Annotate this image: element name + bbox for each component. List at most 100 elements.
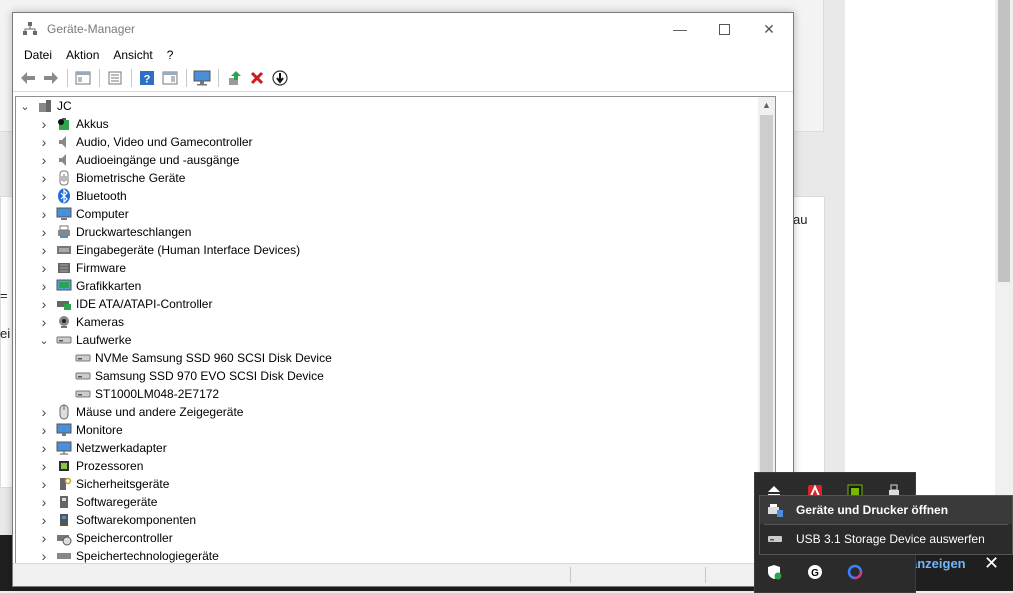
forward-icon[interactable] — [40, 67, 62, 89]
chevron-down-icon[interactable]: ⌄ — [19, 100, 31, 113]
uninstall-icon[interactable] — [246, 67, 268, 89]
computer-icon — [37, 98, 53, 114]
tree-category-ide[interactable]: › IDE ATA/ATAPI-Controller — [38, 295, 213, 313]
background-scroll-thumb[interactable] — [998, 0, 1010, 282]
close-icon[interactable]: ✕ — [984, 553, 999, 574]
tree-item-label: Speichercontroller — [76, 531, 173, 545]
toolbar-separator — [67, 69, 68, 87]
menu-help[interactable]: ? — [160, 48, 181, 62]
tree-device[interactable]: Samsung SSD 970 EVO SCSI Disk Device — [57, 367, 324, 385]
chevron-right-icon[interactable]: › — [38, 476, 50, 492]
status-separator — [705, 567, 706, 583]
menu-item-eject-usb[interactable]: USB 3.1 Storage Device auswerfen — [760, 525, 1012, 553]
menu-ansicht[interactable]: Ansicht — [106, 48, 159, 62]
chevron-right-icon[interactable]: › — [38, 224, 50, 240]
monitor-icon — [56, 422, 72, 438]
tree-category-security[interactable]: › Sicherheitsgeräte — [38, 475, 170, 493]
chevron-right-icon[interactable]: › — [38, 530, 50, 546]
chevron-right-icon[interactable]: › — [38, 116, 50, 132]
tree-category-storage-tech[interactable]: › Speichertechnologiegeräte — [38, 547, 219, 563]
tree-category-bluetooth[interactable]: › Bluetooth — [38, 187, 127, 205]
tree-device[interactable]: NVMe Samsung SSD 960 SCSI Disk Device — [57, 349, 332, 367]
properties-icon[interactable] — [72, 67, 94, 89]
hid-icon — [56, 242, 72, 258]
menu-item-label: Geräte und Drucker öffnen — [796, 503, 949, 517]
app-icon[interactable] — [846, 563, 864, 581]
view-icon[interactable] — [159, 67, 181, 89]
background-text-fragment: au — [793, 212, 808, 227]
tree-category-camera[interactable]: › Kameras — [38, 313, 124, 331]
mouse-icon — [56, 404, 72, 420]
tree-category-computer[interactable]: › Computer — [38, 205, 129, 223]
chevron-right-icon[interactable]: › — [38, 404, 50, 420]
chevron-right-icon[interactable]: › — [38, 494, 50, 510]
storage-tech-icon — [56, 548, 72, 563]
chevron-right-icon[interactable]: › — [38, 260, 50, 276]
chevron-down-icon[interactable]: ⌄ — [38, 334, 50, 347]
logitech-icon[interactable]: G — [806, 563, 824, 581]
tray-context-menu: Geräte und Drucker öffnen USB 3.1 Storag… — [759, 495, 1013, 555]
chevron-right-icon[interactable]: › — [38, 206, 50, 222]
disable-icon[interactable] — [269, 67, 291, 89]
taskbar-show-link[interactable]: anzeigen — [910, 556, 966, 571]
chevron-right-icon[interactable]: › — [38, 512, 50, 528]
chevron-right-icon[interactable]: › — [38, 188, 50, 204]
scroll-up-icon[interactable]: ▲ — [758, 97, 775, 114]
tree-category-network[interactable]: › Netzwerkadapter — [38, 439, 167, 457]
chevron-right-icon[interactable]: › — [38, 314, 50, 330]
menu-aktion[interactable]: Aktion — [59, 48, 106, 62]
minimize-icon[interactable]: — — [657, 13, 703, 45]
chevron-right-icon[interactable]: › — [38, 152, 50, 168]
monitor-icon[interactable] — [191, 67, 213, 89]
title-bar[interactable]: Geräte-Manager — ✕ — [13, 13, 793, 45]
tree-item-label: Softwarekomponenten — [76, 513, 197, 527]
tree-category-monitor[interactable]: › Monitore — [38, 421, 123, 439]
chevron-right-icon[interactable]: › — [38, 440, 50, 456]
tree-category-drive[interactable]: ⌄ Laufwerke — [38, 331, 131, 349]
list-icon[interactable] — [104, 67, 126, 89]
chevron-right-icon[interactable]: › — [38, 278, 50, 294]
security-shield-icon[interactable] — [765, 563, 783, 581]
close-icon[interactable]: ✕ — [746, 13, 792, 45]
chevron-right-icon[interactable]: › — [38, 170, 50, 186]
help-icon[interactable]: ? — [136, 67, 158, 89]
tree-category-software-component[interactable]: › Softwarekomponenten — [38, 511, 196, 529]
chevron-right-icon[interactable]: › — [38, 296, 50, 312]
update-driver-icon[interactable] — [223, 67, 245, 89]
chevron-right-icon[interactable]: › — [38, 458, 50, 474]
fingerprint-icon — [56, 170, 72, 186]
tree-category-storage-controller[interactable]: › Speichercontroller — [38, 529, 173, 547]
window-title: Geräte-Manager — [47, 22, 136, 36]
chevron-right-icon[interactable]: › — [38, 242, 50, 258]
tree-category-software-device[interactable]: › Softwaregeräte — [38, 493, 158, 511]
tree-root[interactable]: ⌄ JC — [19, 97, 71, 115]
tree-item-label: Grafikkarten — [76, 279, 142, 293]
tree-item-label: Eingabegeräte (Human Interface Devices) — [76, 243, 301, 257]
tree-category-cpu[interactable]: › Prozessoren — [38, 457, 144, 475]
tree-category-fingerprint[interactable]: › Biometrische Geräte — [38, 169, 186, 187]
menu-bar: Datei Aktion Ansicht ? — [13, 45, 793, 65]
tree-category-hid[interactable]: › Eingabegeräte (Human Interface Devices) — [38, 241, 300, 259]
back-icon[interactable] — [17, 67, 39, 89]
tree-category-battery[interactable]: › Akkus — [38, 115, 109, 133]
tree-category-printer[interactable]: › Druckwarteschlangen — [38, 223, 192, 241]
drive-icon — [75, 350, 91, 366]
tree-category-display-adapter[interactable]: › Grafikkarten — [38, 277, 142, 295]
tree-item-label: Biometrische Geräte — [76, 171, 186, 185]
chevron-right-icon[interactable]: › — [38, 548, 50, 563]
status-separator — [570, 567, 571, 583]
chevron-right-icon[interactable]: › — [38, 134, 50, 150]
menu-item-open-devices-printers[interactable]: Geräte und Drucker öffnen — [760, 496, 1012, 524]
tree-device[interactable]: ST1000LM048-2E7172 — [57, 385, 219, 403]
chevron-right-icon[interactable]: › — [38, 422, 50, 438]
bluetooth-icon — [56, 188, 72, 204]
background-text-fragment: ei — [0, 326, 11, 341]
tree-item-label: Prozessoren — [76, 459, 144, 473]
tree-category-speaker[interactable]: › Audio, Video und Gamecontroller — [38, 133, 253, 151]
tree-category-mouse[interactable]: › Mäuse und andere Zeigegeräte — [38, 403, 244, 421]
tree-category-speaker[interactable]: › Audioeingänge und -ausgänge — [38, 151, 240, 169]
maximize-icon[interactable] — [701, 13, 747, 45]
tree-category-firmware[interactable]: › Firmware — [38, 259, 126, 277]
menu-datei[interactable]: Datei — [17, 48, 59, 62]
software-device-icon — [56, 494, 72, 510]
